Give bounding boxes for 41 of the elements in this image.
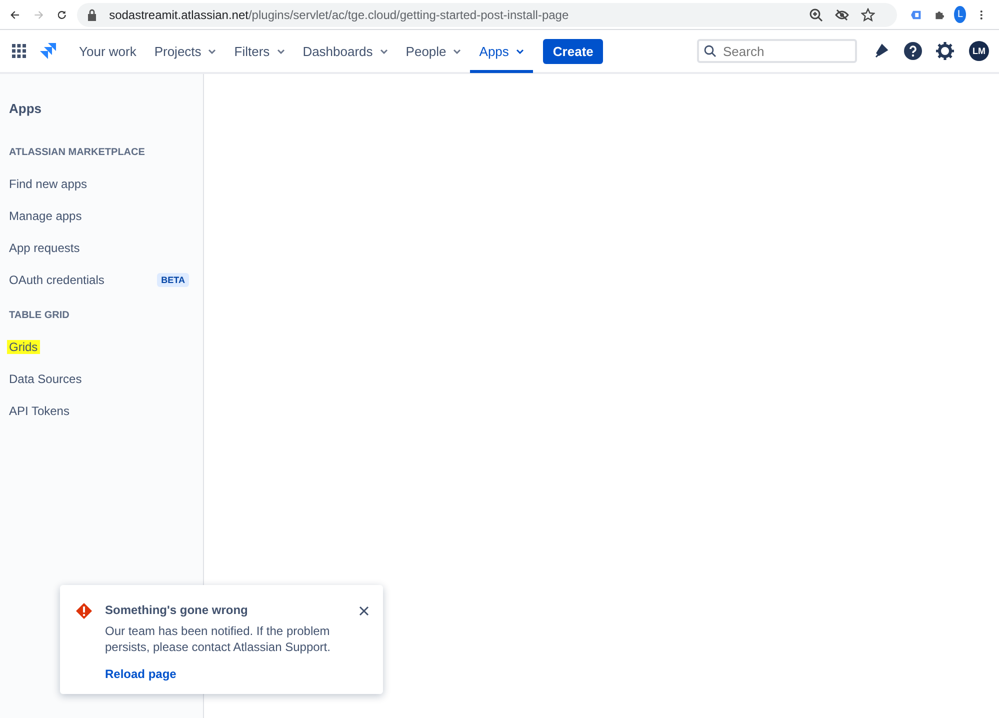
notification-icon[interactable] bbox=[874, 43, 890, 59]
nav-item[interactable]: Your work bbox=[70, 29, 146, 73]
nav-item[interactable]: Dashboards bbox=[294, 29, 397, 73]
create-button[interactable]: Create bbox=[542, 38, 604, 64]
nav-item[interactable]: Projects bbox=[145, 29, 226, 73]
sidebar-item[interactable]: API Tokens bbox=[9, 404, 70, 418]
logo-icon[interactable] bbox=[40, 43, 56, 59]
sidebar-item[interactable]: Data Sources bbox=[9, 372, 82, 386]
sidebar-item[interactable]: OAuth credentials bbox=[9, 273, 104, 287]
nav-item[interactable]: Apps bbox=[470, 29, 533, 73]
nav-item[interactable]: People bbox=[396, 29, 470, 73]
beta-label: BETA bbox=[157, 273, 189, 287]
sidebar-item[interactable]: Manage apps bbox=[9, 209, 82, 223]
warning-icon bbox=[76, 603, 92, 619]
help-icon[interactable] bbox=[904, 42, 922, 60]
url-path: /plugins/servlet/ac/tge.cloud/getting-started-post-install-page bbox=[248, 8, 569, 22]
extension-icon[interactable] bbox=[911, 8, 921, 20]
section-heading: ATLASSIAN MARKETPLACE bbox=[9, 147, 146, 158]
profile-avatar[interactable]: L bbox=[954, 6, 966, 23]
lock-icon bbox=[87, 8, 98, 20]
section-heading: TABLE GRID bbox=[9, 310, 70, 321]
sidebar-item[interactable]: App requests bbox=[9, 241, 80, 255]
close-icon[interactable] bbox=[359, 606, 369, 616]
zoom-icon[interactable] bbox=[809, 8, 824, 22]
settings-icon[interactable] bbox=[936, 42, 954, 60]
search-field[interactable]: Search bbox=[697, 39, 857, 63]
reload-link[interactable]: Reload page bbox=[105, 667, 176, 681]
search-icon bbox=[704, 45, 716, 57]
menu-icon[interactable] bbox=[980, 8, 983, 22]
sidebar-item[interactable]: Grids bbox=[7, 340, 40, 354]
sidebar-item[interactable]: Find new apps bbox=[9, 177, 88, 191]
user-avatar[interactable]: LM bbox=[969, 41, 989, 61]
flag-title: Something's gone wrong bbox=[105, 603, 249, 617]
sidebar-title: Apps bbox=[9, 101, 42, 116]
star-icon[interactable] bbox=[861, 8, 876, 22]
nav-item[interactable]: Filters bbox=[225, 29, 294, 73]
address-bar[interactable]: sodastreamit.atlassian.net/plugins/servlet/ac/tge.cloud/getting-started-post-install-page bbox=[77, 2, 898, 26]
flag-message: Our team has been notified. If the problem persists, please contact Atlassian Support. bbox=[105, 623, 332, 655]
url-host: sodastreamit.atlassian.net bbox=[109, 8, 248, 22]
eye-slash-icon[interactable] bbox=[835, 8, 850, 22]
app-switcher-icon[interactable] bbox=[12, 44, 26, 58]
